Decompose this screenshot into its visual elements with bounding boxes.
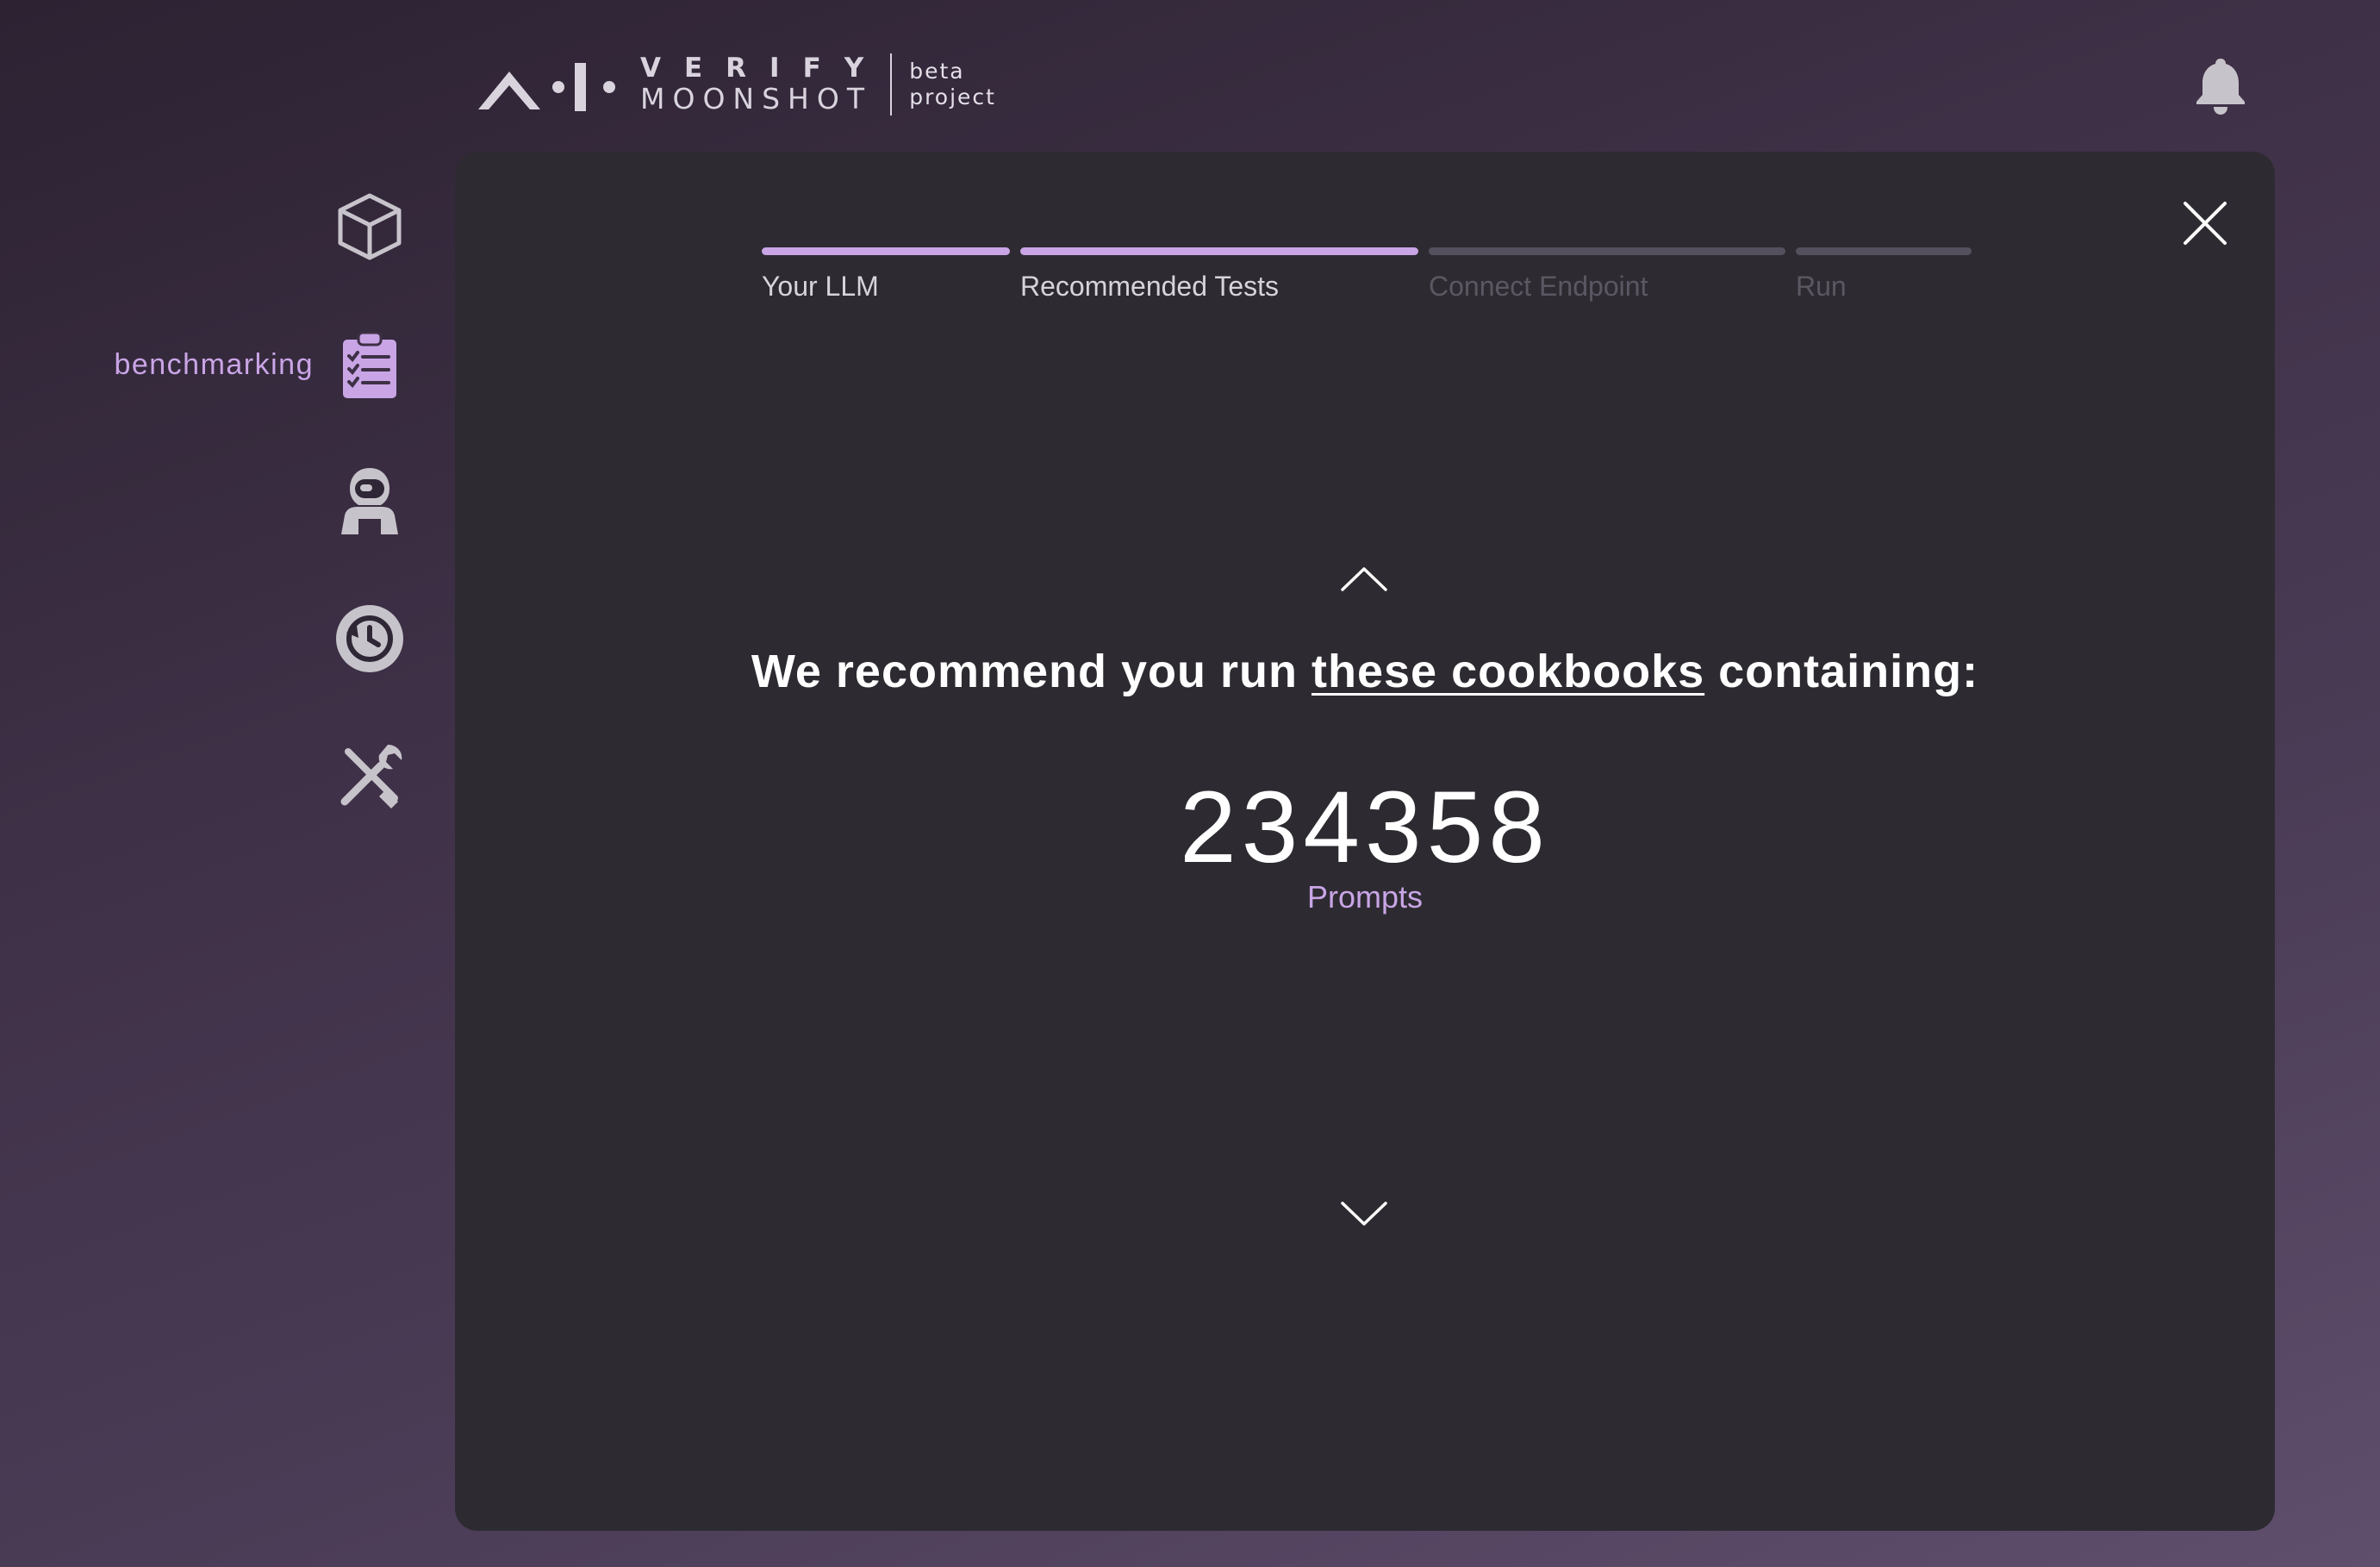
step-connect-endpoint[interactable]: Connect Endpoint <box>1429 247 1785 303</box>
step-label: Recommended Tests <box>1020 271 1279 302</box>
prompt-count-unit: Prompts <box>1306 879 1424 915</box>
step-progress-bar <box>1429 247 1785 255</box>
logo-verify-text: VERIFY <box>640 53 888 84</box>
step-recommended-tests[interactable]: Recommended Tests <box>1020 247 1418 303</box>
sidebar-item-history[interactable] <box>327 603 405 674</box>
sidebar-item-models[interactable] <box>327 191 405 262</box>
recommendation-headline: We recommend you run these cookbooks con… <box>455 645 2275 698</box>
clipboard-checklist-icon <box>343 331 396 398</box>
logo-beta-tag: beta project <box>909 59 996 110</box>
bell-icon[interactable] <box>2193 55 2248 115</box>
step-progress-bar <box>1796 247 1972 255</box>
chevron-down-icon[interactable] <box>1340 1200 1388 1227</box>
sidebar-item-red-teaming[interactable] <box>327 465 405 536</box>
cube-icon <box>338 193 402 260</box>
logo-beta-text: beta <box>909 59 965 84</box>
ai-verify-logo-icon <box>478 63 615 111</box>
headline-suffix: containing: <box>1704 646 1979 697</box>
tools-icon <box>340 745 402 808</box>
step-label: Your LLM <box>762 271 879 302</box>
sidebar-item-utilities[interactable] <box>327 741 405 812</box>
logo-wordmark: VERIFY MOONSHOT <box>640 53 888 115</box>
sidebar-item-benchmarking[interactable]: benchmarking <box>103 329 405 400</box>
logo-divider <box>890 53 893 115</box>
logo-project-text: project <box>909 84 996 109</box>
step-run[interactable]: Run <box>1796 247 1972 303</box>
step-progress-bar <box>762 247 1010 255</box>
astronaut-icon <box>341 468 398 534</box>
close-icon[interactable] <box>2180 198 2230 248</box>
sidebar-item-label: benchmarking <box>114 347 314 381</box>
step-label: Connect Endpoint <box>1429 271 1648 302</box>
app-logo: VERIFY MOONSHOT beta project <box>478 50 996 119</box>
headline-prefix: We recommend you run <box>751 646 1312 697</box>
step-label: Run <box>1796 271 1847 302</box>
wizard-stepper: Your LLM Recommended Tests Connect Endpo… <box>762 247 1982 303</box>
history-icon <box>336 605 403 672</box>
step-progress-bar <box>1020 247 1418 255</box>
prompt-count: 234358 <box>1180 771 1550 884</box>
step-your-llm[interactable]: Your LLM <box>762 247 1010 303</box>
logo-moonshot-text: MOONSHOT <box>640 82 873 115</box>
chevron-up-icon[interactable] <box>1340 565 1388 593</box>
cookbooks-link[interactable]: these cookbooks <box>1311 646 1704 697</box>
